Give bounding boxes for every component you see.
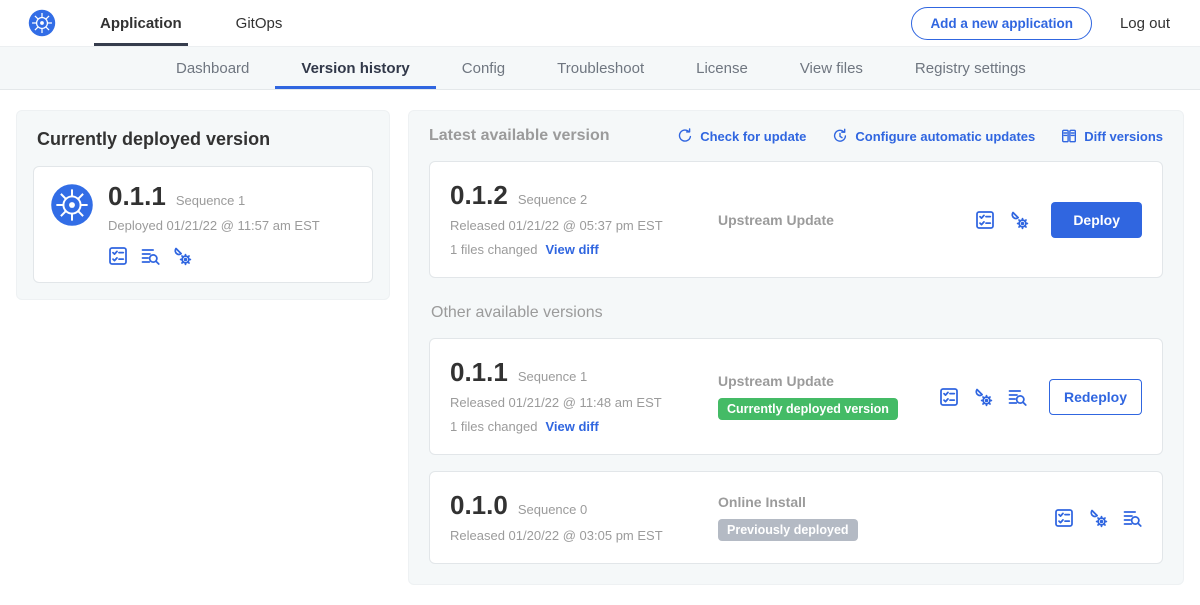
diff-versions-link[interactable]: Diff versions: [1061, 128, 1163, 144]
app-kubernetes-icon: [50, 183, 94, 266]
currently-deployed-badge: Currently deployed version: [718, 398, 898, 420]
subnav-item-version-history[interactable]: Version history: [275, 47, 435, 89]
available-versions-panel: Latest available version Check for updat…: [408, 110, 1184, 585]
deployed-sequence-label: Sequence 1: [176, 193, 245, 208]
redeploy-button[interactable]: Redeploy: [1049, 379, 1142, 415]
subnav-item-config[interactable]: Config: [436, 47, 531, 89]
released-timestamp: Released 01/21/22 @ 11:48 am EST: [450, 395, 702, 410]
previously-deployed-badge: Previously deployed: [718, 519, 858, 541]
check-for-update-link[interactable]: Check for update: [677, 128, 806, 144]
deployed-timestamp: Deployed 01/21/22 @ 11:57 am EST: [108, 218, 320, 233]
version-number: 0.1.0: [450, 492, 508, 518]
view-diff-link[interactable]: View diff: [545, 419, 598, 434]
version-source-label: Upstream Update: [718, 212, 975, 228]
version-number: 0.1.2: [450, 182, 508, 208]
subnav-item-dashboard[interactable]: Dashboard: [150, 47, 275, 89]
diff-versions-icon: [1061, 128, 1077, 144]
files-changed-label: 1 files changed: [450, 419, 537, 434]
version-source-label: Online Install: [718, 494, 1054, 510]
sequence-label: Sequence 1: [518, 369, 587, 384]
tab-application[interactable]: Application: [94, 0, 188, 46]
available-panel-title: Latest available version: [429, 127, 610, 145]
preflight-checks-icon[interactable]: [939, 387, 959, 407]
main-content: Currently deployed version 0.1.1 Sequenc…: [0, 90, 1200, 605]
view-files-icon[interactable]: [140, 246, 160, 266]
files-changed-label: 1 files changed: [450, 242, 537, 257]
version-source-label: Upstream Update: [718, 373, 939, 389]
deployed-version-number: 0.1.1: [108, 183, 166, 209]
tab-gitops[interactable]: GitOps: [230, 0, 289, 46]
version-card: 0.1.0 Sequence 0 Released 01/20/22 @ 03:…: [429, 471, 1163, 564]
view-diff-link[interactable]: View diff: [545, 242, 598, 257]
kubernetes-logo-icon[interactable]: [28, 9, 56, 37]
sequence-label: Sequence 0: [518, 502, 587, 517]
configure-automatic-updates-link[interactable]: Configure automatic updates: [832, 128, 1035, 144]
logout-button[interactable]: Log out: [1120, 15, 1170, 32]
subnav-item-view-files[interactable]: View files: [774, 47, 889, 89]
view-files-icon[interactable]: [1007, 387, 1027, 407]
view-files-icon[interactable]: [1122, 508, 1142, 528]
config-icon[interactable]: [172, 246, 192, 266]
released-timestamp: Released 01/21/22 @ 05:37 pm EST: [450, 218, 702, 233]
preflight-checks-icon[interactable]: [975, 210, 995, 230]
subnav: Dashboard Version history Config Trouble…: [0, 46, 1200, 90]
config-icon[interactable]: [1009, 210, 1029, 230]
deployed-panel-title: Currently deployed version: [37, 129, 373, 150]
version-card-latest: 0.1.2 Sequence 2 Released 01/21/22 @ 05:…: [429, 161, 1163, 278]
add-application-button[interactable]: Add a new application: [911, 7, 1092, 40]
subnav-item-troubleshoot[interactable]: Troubleshoot: [531, 47, 670, 89]
sequence-label: Sequence 2: [518, 192, 587, 207]
deploy-button[interactable]: Deploy: [1051, 202, 1142, 238]
currently-deployed-panel: Currently deployed version 0.1.1 Sequenc…: [16, 110, 390, 300]
preflight-checks-icon[interactable]: [108, 246, 128, 266]
other-versions-title: Other available versions: [431, 304, 1163, 322]
released-timestamp: Released 01/20/22 @ 03:05 pm EST: [450, 528, 702, 543]
topbar-tabs: Application GitOps: [94, 0, 330, 46]
topbar-right: Add a new application Log out: [911, 7, 1170, 40]
subnav-item-license[interactable]: License: [670, 47, 774, 89]
config-icon[interactable]: [1088, 508, 1108, 528]
version-number: 0.1.1: [450, 359, 508, 385]
topbar: Application GitOps Add a new application…: [0, 0, 1200, 46]
subnav-item-registry-settings[interactable]: Registry settings: [889, 47, 1052, 89]
deployed-version-card: 0.1.1 Sequence 1 Deployed 01/21/22 @ 11:…: [33, 166, 373, 283]
version-card: 0.1.1 Sequence 1 Released 01/21/22 @ 11:…: [429, 338, 1163, 455]
preflight-checks-icon[interactable]: [1054, 508, 1074, 528]
auto-update-clock-icon: [832, 128, 848, 144]
config-icon[interactable]: [973, 387, 993, 407]
refresh-icon: [677, 128, 693, 144]
